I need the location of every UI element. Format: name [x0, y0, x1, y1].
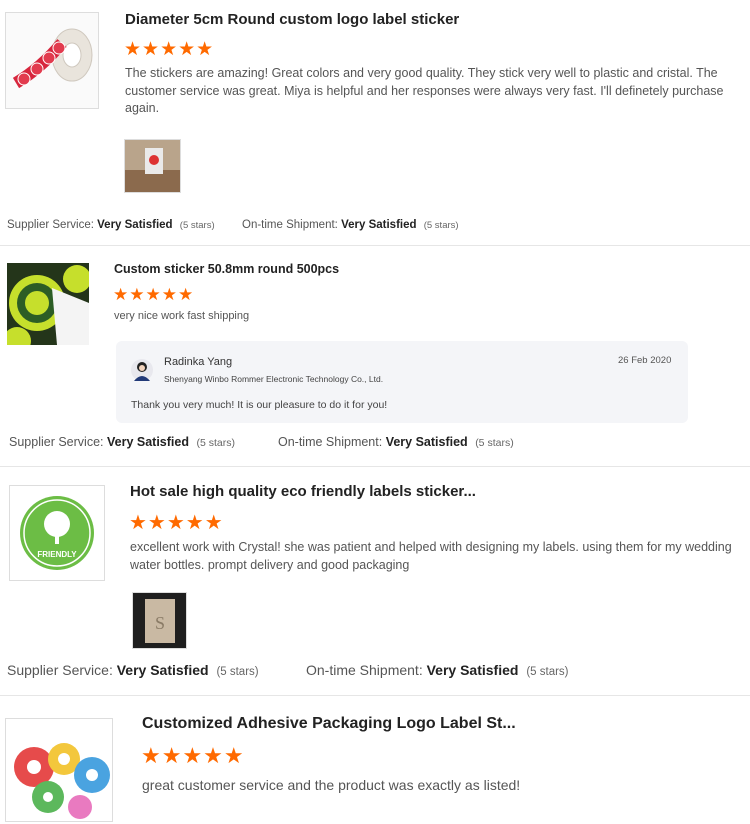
supplier-service-stars: (5 stars) [179, 220, 215, 231]
svg-text:S: S [155, 613, 165, 633]
review-text: The stickers are amazing! Great colors a… [125, 66, 724, 115]
reply-author-name: Radinka Yang [164, 356, 233, 368]
sticker-image [7, 263, 89, 345]
shipment-value: Very Satisfied [426, 662, 519, 678]
review-photo[interactable] [124, 139, 181, 193]
shipment-stars: (5 stars) [526, 666, 569, 678]
rating-stars: ★★★★★ [124, 39, 215, 60]
rating-stars: ★★★★★ [113, 285, 195, 304]
shipment-label: On-time Shipment: [242, 219, 338, 231]
review-text: great customer service and the product w… [142, 777, 521, 793]
review-divider [0, 695, 750, 696]
reply-text: Thank you very much! It is our pleasure … [131, 399, 388, 411]
thumb-label: FRIENDLY [37, 550, 77, 559]
shipment-rating: On-time Shipment: Very Satisfied (5 star… [242, 219, 459, 231]
sticker-roll-image [6, 13, 98, 108]
supplier-service-rating: Supplier Service: Very Satisfied (5 star… [9, 435, 235, 449]
product-title[interactable]: Custom sticker 50.8mm round 500pcs [114, 262, 339, 276]
shipment-rating: On-time Shipment: Very Satisfied (5 star… [278, 435, 514, 449]
product-thumbnail[interactable]: FRIENDLY [9, 485, 105, 581]
review-text: very nice work fast shipping [114, 310, 250, 322]
supplier-service-stars: (5 stars) [216, 666, 259, 678]
label-rolls-image [6, 719, 112, 821]
supplier-service-value: Very Satisfied [106, 435, 189, 449]
supplier-service-label: Supplier Service: [7, 662, 113, 678]
product-title[interactable]: Diameter 5cm Round custom logo label sti… [125, 11, 459, 28]
shipment-label: On-time Shipment: [306, 662, 423, 678]
photo-image [125, 140, 180, 192]
reply-date: 26 Feb 2020 [618, 355, 672, 366]
shipment-label: On-time Shipment: [278, 435, 383, 449]
shipment-stars: (5 stars) [423, 220, 459, 231]
supplier-service-label: Supplier Service: [9, 435, 104, 449]
product-thumbnail[interactable] [5, 12, 99, 109]
photo-image: S [133, 593, 186, 648]
rating-stars: ★★★★★ [141, 743, 245, 768]
supplier-service-value: Very Satisfied [97, 219, 173, 231]
product-title[interactable]: Hot sale high quality eco friendly label… [130, 483, 476, 500]
shipment-rating: On-time Shipment: Very Satisfied (5 star… [306, 662, 569, 678]
shipment-stars: (5 stars) [475, 437, 514, 449]
review-divider [0, 466, 750, 467]
shipment-value: Very Satisfied [341, 219, 417, 231]
product-thumbnail[interactable] [5, 718, 113, 822]
review-text: excellent work with Crystal! she was pat… [130, 540, 732, 572]
supplier-service-stars: (5 stars) [196, 437, 235, 449]
supplier-service-rating: Supplier Service: Very Satisfied (5 star… [7, 219, 215, 231]
product-title[interactable]: Customized Adhesive Packaging Logo Label… [142, 715, 516, 733]
eco-friendly-label-image: FRIENDLY [10, 486, 104, 580]
supplier-service-rating: Supplier Service: Very Satisfied (5 star… [7, 662, 259, 678]
supplier-service-label: Supplier Service: [7, 219, 94, 231]
review-divider [0, 245, 750, 246]
rating-stars: ★★★★★ [129, 512, 224, 534]
avatar [131, 359, 153, 381]
reply-company: Shenyang Winbo Rommer Electronic Technol… [164, 374, 384, 384]
seller-reply: Radinka Yang Shenyang Winbo Rommer Elect… [116, 341, 688, 423]
shipment-value: Very Satisfied [385, 435, 468, 449]
review-photo[interactable]: S [132, 592, 187, 649]
product-thumbnail[interactable] [7, 263, 89, 345]
supplier-service-value: Very Satisfied [116, 662, 209, 678]
